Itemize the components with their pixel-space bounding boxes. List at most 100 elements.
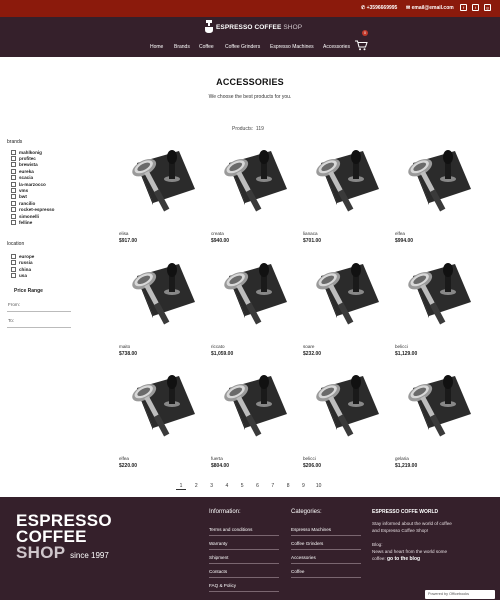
product-name[interactable]: riccato bbox=[211, 344, 225, 349]
footer-info-link[interactable]: Terms and conditions bbox=[209, 527, 252, 532]
checkbox[interactable] bbox=[11, 253, 16, 259]
product-image[interactable] bbox=[303, 254, 381, 344]
email-link[interactable]: ✉ email@email.com bbox=[406, 5, 454, 11]
page-6-link[interactable]: 6 bbox=[253, 483, 263, 489]
footer-info-link[interactable]: FAQ & Policy bbox=[209, 583, 236, 588]
page-5-link[interactable]: 5 bbox=[237, 483, 247, 489]
brand-filter-2[interactable]: brewista bbox=[11, 162, 38, 168]
product-name[interactable]: belicci bbox=[395, 344, 408, 349]
product-name[interactable]: lianaca bbox=[303, 231, 318, 236]
checkbox[interactable] bbox=[11, 273, 16, 279]
product-card[interactable]: elfea $994.00 bbox=[395, 141, 473, 253]
product-card[interactable]: creata $940.00 bbox=[211, 141, 289, 253]
location-filter-1[interactable]: russia bbox=[11, 260, 33, 266]
product-card[interactable]: fuerta $804.00 bbox=[211, 366, 289, 478]
product-image[interactable] bbox=[119, 254, 197, 344]
footer-info-link[interactable]: Warranty bbox=[209, 541, 227, 546]
product-card[interactable]: riccato $1,059.00 bbox=[211, 254, 289, 366]
checkbox[interactable] bbox=[11, 213, 16, 219]
brand-filter-3[interactable]: eureka bbox=[11, 168, 34, 174]
checkbox[interactable] bbox=[11, 175, 16, 181]
checkbox[interactable] bbox=[11, 200, 16, 206]
checkbox[interactable] bbox=[11, 207, 16, 213]
product-image[interactable] bbox=[303, 366, 381, 456]
product-name[interactable]: elfea bbox=[395, 231, 405, 236]
google-plus-icon[interactable]: g bbox=[484, 4, 491, 11]
facebook-icon[interactable]: f bbox=[460, 4, 467, 11]
product-name[interactable]: belicci bbox=[303, 456, 316, 461]
product-name[interactable]: gelaria bbox=[395, 456, 409, 461]
page-1-link[interactable]: 1 bbox=[176, 483, 186, 490]
phone-link[interactable]: ✆ +3596669995 bbox=[361, 5, 397, 11]
brand-filter-1[interactable]: profitec bbox=[11, 155, 36, 161]
product-name[interactable]: elisa bbox=[119, 231, 128, 236]
brand-filter-7[interactable]: bwt bbox=[11, 194, 27, 200]
nav-home[interactable]: Home bbox=[150, 44, 163, 50]
nav-coffee[interactable]: Coffee bbox=[199, 44, 214, 50]
product-image[interactable] bbox=[119, 366, 197, 456]
brand-filter-10[interactable]: simonelli bbox=[11, 213, 39, 219]
product-image[interactable] bbox=[119, 141, 197, 231]
page-9-link[interactable]: 9 bbox=[298, 483, 308, 489]
page-3-link[interactable]: 3 bbox=[207, 483, 217, 489]
powered-by-badge[interactable]: Powered by Officebooks bbox=[425, 590, 495, 599]
brand-filter-0[interactable]: mahlkonig bbox=[11, 149, 42, 155]
footer-category-link[interactable]: Espresso Machines bbox=[291, 527, 331, 532]
product-card[interactable]: lianaca $701.00 bbox=[303, 141, 381, 253]
product-card[interactable]: gelaria $1,219.00 bbox=[395, 366, 473, 478]
location-filter-3[interactable]: usa bbox=[11, 273, 27, 279]
footer-category-link[interactable]: Coffee bbox=[291, 569, 304, 574]
footer-info-link[interactable]: Shipment bbox=[209, 555, 228, 560]
shopping-cart-icon[interactable] bbox=[355, 40, 368, 51]
brand-filter-9[interactable]: rocket-espresso bbox=[11, 207, 55, 213]
product-name[interactable]: soare bbox=[303, 344, 315, 349]
nav-accessories[interactable]: Accessories bbox=[323, 44, 350, 50]
checkbox[interactable] bbox=[11, 194, 16, 200]
checkbox[interactable] bbox=[11, 168, 16, 174]
product-card[interactable]: soare $232.00 bbox=[303, 254, 381, 366]
nav-brands[interactable]: Brands bbox=[174, 44, 190, 50]
checkbox[interactable] bbox=[11, 155, 16, 161]
brand-filter-11[interactable]: felline bbox=[11, 219, 32, 225]
location-filter-2[interactable]: china bbox=[11, 266, 31, 272]
checkbox[interactable] bbox=[11, 149, 16, 155]
nav-espresso-machines[interactable]: Espresso Machines bbox=[270, 44, 314, 50]
product-card[interactable]: maito $738.00 bbox=[119, 254, 197, 366]
page-10-link[interactable]: 10 bbox=[314, 483, 324, 489]
product-image[interactable] bbox=[395, 254, 473, 344]
footer-category-link[interactable]: Coffee Grinders bbox=[291, 541, 323, 546]
checkbox[interactable] bbox=[11, 266, 16, 272]
footer-category-link[interactable]: Accessories bbox=[291, 555, 316, 560]
product-name[interactable]: elfea bbox=[119, 456, 129, 461]
brand-filter-5[interactable]: la-marzocco bbox=[11, 181, 46, 187]
product-card[interactable]: elfea $220.00 bbox=[119, 366, 197, 478]
page-8-link[interactable]: 8 bbox=[283, 483, 293, 489]
location-filter-0[interactable]: europe bbox=[11, 253, 34, 259]
checkbox[interactable] bbox=[11, 187, 16, 193]
brand-filter-6[interactable]: vms bbox=[11, 187, 28, 193]
checkbox[interactable] bbox=[11, 181, 16, 187]
brand-filter-8[interactable]: rancilio bbox=[11, 200, 35, 206]
page-7-link[interactable]: 7 bbox=[268, 483, 278, 489]
product-name[interactable]: creata bbox=[211, 231, 224, 236]
twitter-icon[interactable]: t bbox=[472, 4, 479, 11]
checkbox[interactable] bbox=[11, 162, 16, 168]
brand-filter-4[interactable]: scacia bbox=[11, 175, 33, 181]
price-to-field[interactable]: To: bbox=[8, 318, 14, 323]
checkbox[interactable] bbox=[11, 260, 16, 266]
product-image[interactable] bbox=[303, 141, 381, 231]
nav-coffee-grinders[interactable]: Coffee Grinders bbox=[225, 44, 260, 50]
product-name[interactable]: maito bbox=[119, 344, 130, 349]
checkbox[interactable] bbox=[11, 219, 16, 225]
blog-link[interactable]: go to the blog bbox=[387, 556, 420, 562]
product-image[interactable] bbox=[395, 366, 473, 456]
product-card[interactable]: elisa $917.00 bbox=[119, 141, 197, 253]
product-card[interactable]: belicci $206.00 bbox=[303, 366, 381, 478]
price-from-field[interactable]: From: bbox=[8, 302, 20, 307]
product-image[interactable] bbox=[395, 141, 473, 231]
page-4-link[interactable]: 4 bbox=[222, 483, 232, 489]
site-logo[interactable]: ESPRESSO COFFEE SHOP bbox=[216, 24, 302, 31]
product-image[interactable] bbox=[211, 141, 289, 231]
footer-info-link[interactable]: Contacts bbox=[209, 569, 227, 574]
product-name[interactable]: fuerta bbox=[211, 456, 223, 461]
